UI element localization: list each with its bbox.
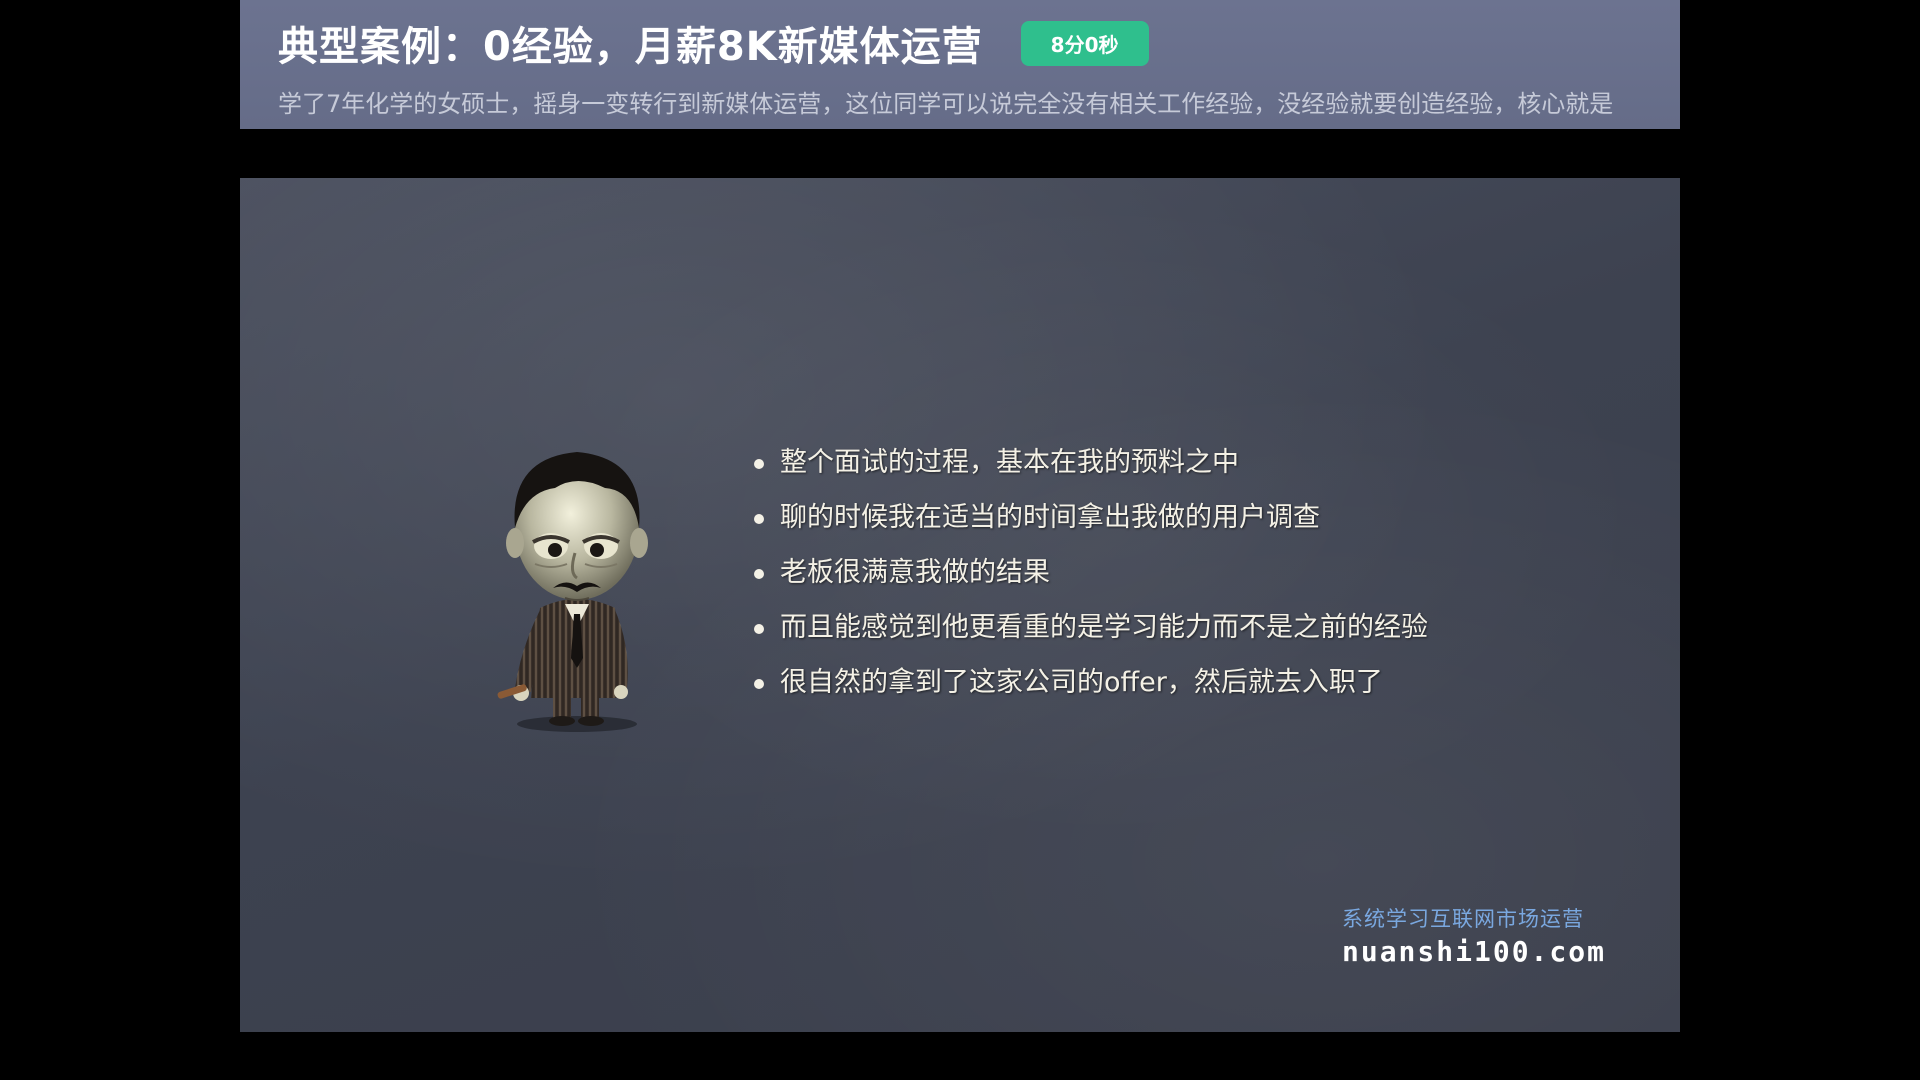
video-player[interactable]: 整个面试的过程，基本在我的预料之中 聊的时候我在适当的时间拿出我做的用户调查 老… [240,178,1680,1032]
bullet-item: 老板很满意我做的结果 [752,553,1428,608]
watermark-site-url: nuanshi100.com [1341,935,1606,968]
course-title: 典型案例：0经验，月薪8K新媒体运营 [278,24,983,70]
bullet-item: 而且能感觉到他更看重的是学习能力而不是之前的经验 [752,608,1428,663]
watermark-slogan: 系统学习互联网市场运营 [1341,907,1584,931]
bullet-item: 很自然的拿到了这家公司的offer，然后就去入职了 [752,663,1428,718]
course-header: 典型案例：0经验，月薪8K新媒体运营 8分0秒 学了7年化学的女硕士，摇身一变转… [240,0,1680,129]
bullet-item: 聊的时候我在适当的时间拿出我做的用户调查 [752,498,1428,553]
course-description: 学了7年化学的女硕士，摇身一变转行到新媒体运营，这位同学可以说完全没有相关工作经… [278,90,1614,118]
duration-badge: 8分0秒 [1020,20,1149,66]
page: 典型案例：0经验，月薪8K新媒体运营 8分0秒 学了7年化学的女硕士，摇身一变转… [0,0,1920,1080]
header-title-row: 典型案例：0经验，月薪8K新媒体运营 8分0秒 [278,14,1149,72]
cartoon-businessman-illustration [497,452,648,732]
bullet-item: 整个面试的过程，基本在我的预料之中 [752,443,1428,498]
site-watermark: 系统学习互联网市场运营 nuanshi100.com [1342,903,1606,968]
slide-bullet-list: 整个面试的过程，基本在我的预料之中 聊的时候我在适当的时间拿出我做的用户调查 老… [752,443,1428,718]
